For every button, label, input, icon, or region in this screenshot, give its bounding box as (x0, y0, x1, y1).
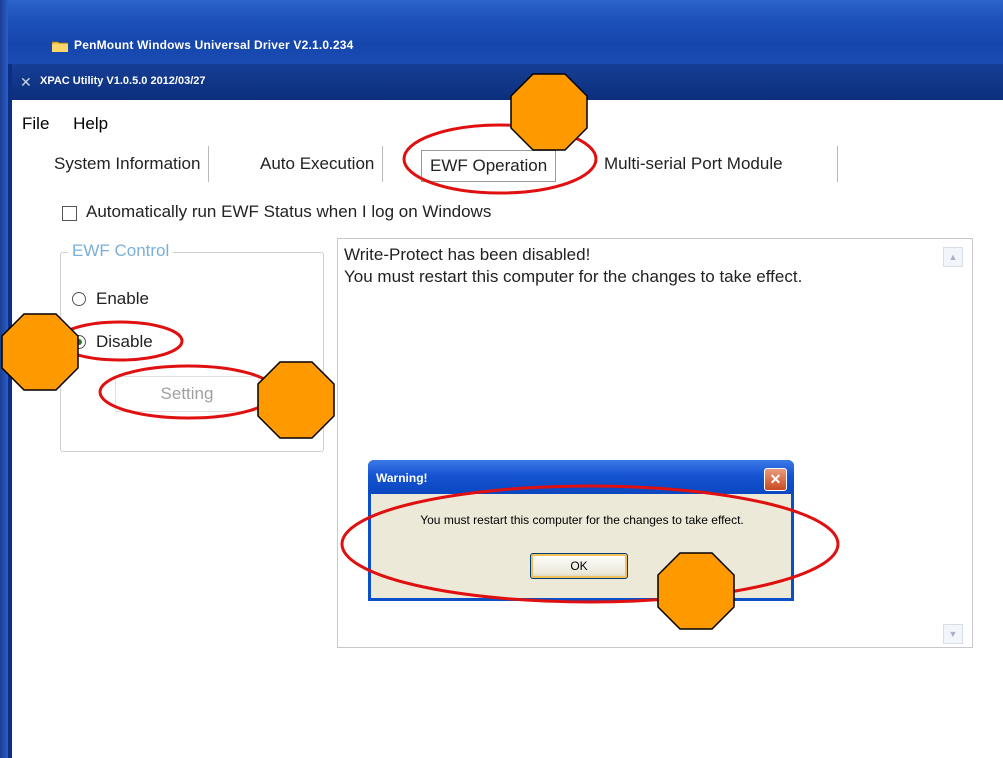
enable-radio-label[interactable]: Enable (96, 289, 149, 309)
app-title: XPAC Utility V1.0.5.0 2012/03/27 (40, 75, 206, 87)
menu-bar: File Help (22, 114, 127, 134)
menu-help[interactable]: Help (73, 114, 108, 133)
setting-button[interactable]: Setting (115, 376, 259, 412)
menu-file[interactable]: File (22, 114, 49, 133)
outer-window-titlebar[interactable]: PenMount Windows Universal Driver V2.1.0… (8, 0, 1003, 64)
warning-dialog-titlebar[interactable]: Warning! ✕ (368, 460, 794, 494)
scroll-down-button[interactable]: ▼ (943, 624, 963, 644)
ok-button[interactable]: OK (530, 553, 628, 579)
warning-message: You must restart this computer for the c… (420, 513, 744, 527)
folder-icon (52, 41, 68, 52)
enable-radio[interactable] (72, 292, 86, 306)
ewf-control-title: EWF Control (68, 241, 174, 261)
app-icon: ✕ (20, 74, 32, 90)
window-left-border (0, 0, 8, 758)
status-line-1: Write-Protect has been disabled! (344, 245, 591, 264)
tab-system-information[interactable]: System Information (46, 146, 210, 182)
scroll-up-button[interactable]: ▲ (943, 247, 963, 267)
tab-multi-serial-port-module[interactable]: Multi-serial Port Module (596, 146, 838, 182)
disable-radio[interactable] (72, 335, 86, 349)
warning-dialog: Warning! ✕ You must restart this compute… (368, 460, 794, 601)
warning-dialog-body: You must restart this computer for the c… (371, 494, 791, 598)
disable-radio-label[interactable]: Disable (96, 332, 153, 352)
close-icon[interactable]: ✕ (764, 468, 787, 491)
app-titlebar[interactable]: ✕ XPAC Utility V1.0.5.0 2012/03/27 (12, 64, 1003, 100)
warning-dialog-title: Warning! (376, 471, 428, 485)
status-line-2: You must restart this computer for the c… (344, 267, 803, 286)
tab-ewf-operation[interactable]: EWF Operation (421, 150, 557, 182)
outer-window-title: PenMount Windows Universal Driver V2.1.0… (74, 38, 354, 52)
auto-run-checkbox[interactable] (62, 206, 77, 221)
ewf-control-group (60, 252, 324, 452)
radio-selected-dot (76, 339, 82, 345)
tab-auto-execution[interactable]: Auto Execution (252, 146, 384, 182)
auto-run-label: Automatically run EWF Status when I log … (86, 202, 492, 221)
